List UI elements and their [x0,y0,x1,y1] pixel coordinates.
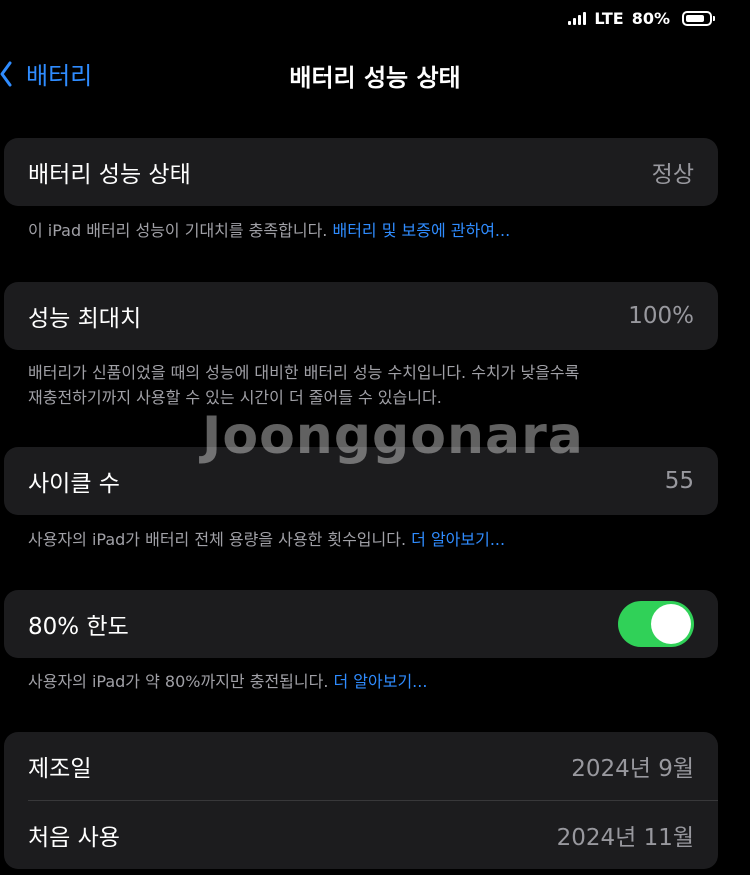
max-capacity-label: 성능 최대치 [28,306,142,332]
charge-limit-group: 80% 한도 [4,590,718,658]
battery-health-group: 배터리 성능 상태 정상 [4,138,718,206]
cycle-count-row: 사이클 수 55 [4,447,718,515]
battery-health-row: 배터리 성능 상태 정상 [4,138,718,206]
battery-health-footer: 이 iPad 배터리 성능이 기대치를 충족합니다. 배터리 및 보증에 관하여… [28,218,708,243]
max-capacity-footer-line1: 배터리가 신품이었을 때의 성능에 대비한 배터리 성능 수치입니다. 수치가 … [28,363,580,382]
battery-percent: 80% [631,8,670,28]
network-type: LTE [594,8,624,28]
navigation-bar: 배터리 배터리 성능 상태 [0,52,750,96]
charge-limit-footer-text: 사용자의 iPad가 약 80%까지만 충전됩니다. [28,672,334,691]
charge-limit-learn-more-link[interactable]: 더 알아보기... [334,672,428,691]
charge-limit-footer: 사용자의 iPad가 약 80%까지만 충전됩니다. 더 알아보기... [28,669,708,694]
battery-icon [682,10,715,26]
cycle-count-footer: 사용자의 iPad가 배터리 전체 용량을 사용한 횟수입니다. 더 알아보기.… [28,527,708,552]
max-capacity-group: 성능 최대치 100% [4,282,718,350]
cycle-count-group: 사이클 수 55 [4,447,718,515]
battery-level-fill [686,14,704,22]
charge-limit-toggle[interactable] [618,601,694,647]
battery-dates-group: 제조일 2024년 9월 처음 사용 2024년 11월 [4,732,718,869]
status-bar: LTE 80% [568,0,715,36]
charge-limit-row: 80% 한도 [4,590,718,658]
cycle-count-value: 55 [664,468,694,494]
toggle-knob [651,604,691,644]
cycle-count-label: 사이클 수 [28,471,120,497]
battery-health-value: 정상 [651,162,694,188]
max-capacity-value: 100% [628,303,694,329]
battery-health-label: 배터리 성능 상태 [28,162,191,188]
cycle-count-learn-more-link[interactable]: 더 알아보기... [411,530,505,549]
first-use-date-value: 2024년 11월 [556,825,694,851]
max-capacity-row: 성능 최대치 100% [4,282,718,350]
manufacture-date-value: 2024년 9월 [571,756,694,782]
charge-limit-label: 80% 한도 [28,614,129,640]
max-capacity-footer: 배터리가 신품이었을 때의 성능에 대비한 배터리 성능 수치입니다. 수치가 … [28,360,708,410]
first-use-date-row: 처음 사용 2024년 11월 [4,801,718,869]
page-title: 배터리 성능 상태 [289,64,461,92]
first-use-date-label: 처음 사용 [28,825,120,851]
cellular-signal-icon [568,11,587,25]
max-capacity-footer-line2: 재충전하기까지 사용할 수 있는 시간이 더 줄어들 수 있습니다. [28,388,442,407]
battery-warranty-link[interactable]: 배터리 및 보증에 관하여... [332,221,510,240]
battery-health-footer-text: 이 iPad 배터리 성능이 기대치를 충족합니다. [28,221,333,240]
cycle-count-footer-text: 사용자의 iPad가 배터리 전체 용량을 사용한 횟수입니다. [28,530,412,549]
manufacture-date-row: 제조일 2024년 9월 [4,732,718,800]
manufacture-date-label: 제조일 [28,756,92,782]
